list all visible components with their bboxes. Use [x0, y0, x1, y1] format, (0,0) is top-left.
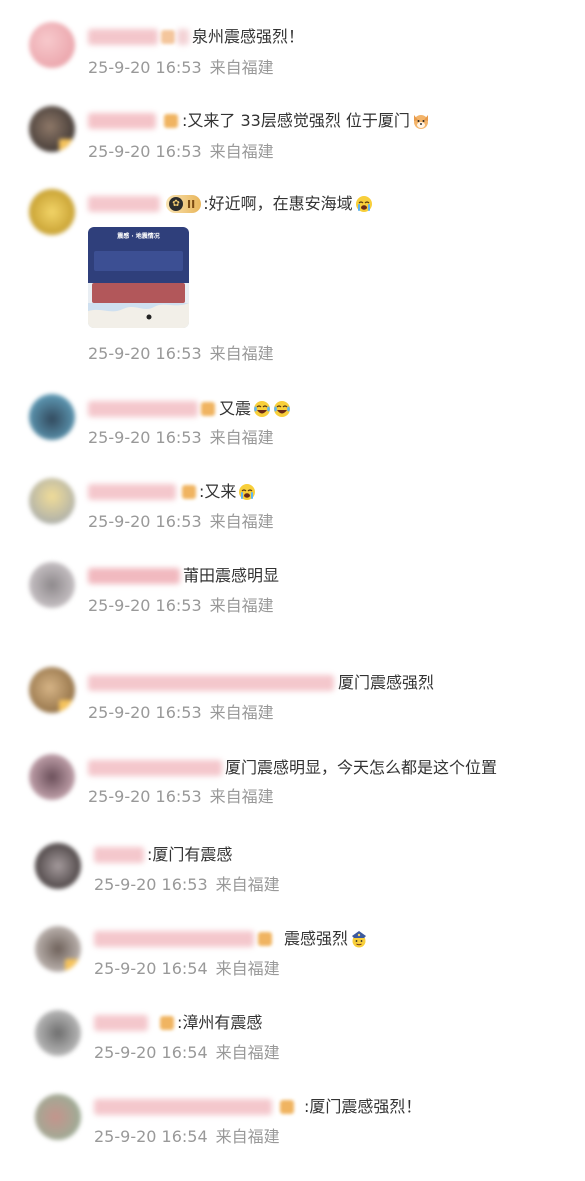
avatar[interactable]: [35, 1010, 81, 1056]
username-blurred[interactable]: [88, 196, 160, 212]
badge-icon: [161, 30, 175, 44]
comment-source: 来自福建: [215, 959, 280, 978]
comment-source: 来自福建: [209, 344, 274, 363]
comment-source: 来自福建: [209, 142, 274, 161]
avatar[interactable]: [29, 562, 75, 608]
avatar[interactable]: [29, 754, 75, 800]
dog-face-icon: [413, 115, 428, 129]
comment-text: 莆田震感明显: [183, 566, 280, 585]
police-face-icon: [352, 931, 367, 948]
avatar[interactable]: [29, 106, 75, 152]
comment-source: 来自福建: [209, 596, 274, 615]
crying-face-icon: [239, 484, 256, 500]
comment-text: :好近啊，在惠安海域: [203, 194, 353, 213]
comment-text: :厦门有震感: [147, 845, 233, 864]
username-blurred[interactable]: [88, 401, 198, 417]
laughing-face-icon: [274, 401, 291, 417]
comment-text: 震感强烈: [284, 929, 349, 948]
comment-source: 来自福建: [209, 787, 274, 806]
map-header: 震感 · 地震情况: [88, 227, 189, 283]
username-blurred[interactable]: [94, 1015, 148, 1031]
comment-text: :漳州有震感: [177, 1013, 263, 1032]
avatar[interactable]: [29, 478, 75, 524]
comment-time: 25-9-20 16:53: [88, 703, 202, 722]
verified-badge-icon: [59, 700, 73, 712]
avatar[interactable]: [35, 1094, 81, 1140]
badge-icon: [258, 932, 272, 946]
comment-feed: 泉州震感强烈！ 25-9-20 16:53 来自福建 :又来了 33层感觉强烈 位…: [0, 0, 585, 1181]
badge-icon: [160, 1016, 174, 1030]
username-blurred[interactable]: [88, 484, 176, 500]
comment-source: 来自福建: [209, 512, 274, 531]
username-blurred[interactable]: [94, 931, 254, 947]
comment-text: 厦门震感强烈: [338, 673, 435, 692]
earthquake-map-image[interactable]: 震感 · 地震情况: [88, 227, 189, 328]
comment-source: 来自福建: [215, 875, 280, 894]
comment-time: 25-9-20 16:54: [94, 1127, 208, 1146]
comment-time: 25-9-20 16:53: [88, 428, 202, 447]
comment-time: 25-9-20 16:53: [88, 787, 202, 806]
username-blurred[interactable]: [94, 1099, 272, 1115]
avatar[interactable]: [29, 22, 75, 68]
badge-icon: [164, 114, 178, 128]
crying-face-icon: [355, 196, 372, 212]
map-stats-panel: [94, 251, 183, 271]
comment-time: 25-9-20 16:54: [94, 959, 208, 978]
username-blurred[interactable]: [177, 29, 189, 45]
comment-time: 25-9-20 16:53: [88, 142, 202, 161]
comment-time: 25-9-20 16:53: [88, 58, 202, 77]
username-blurred[interactable]: [88, 760, 222, 776]
username-blurred[interactable]: [88, 568, 180, 584]
comment-source: 来自福建: [209, 58, 274, 77]
badge-icon: [201, 402, 215, 416]
avatar[interactable]: [29, 189, 75, 235]
crown-icon: ✿: [169, 197, 183, 211]
vip-badge: ✿ II: [166, 195, 202, 213]
comment-time: 25-9-20 16:53: [94, 875, 208, 894]
comment-text: :又来了 33层感觉强烈 位于厦门: [182, 111, 410, 130]
comment-text: 厦门震感明显，今天怎么都是这个位置: [225, 758, 498, 777]
map-title: 震感 · 地震情况: [117, 233, 160, 240]
coastline-map: [88, 303, 189, 328]
badge-icon: [280, 1100, 294, 1114]
comment-time: 25-9-20 16:53: [88, 596, 202, 615]
avatar[interactable]: [29, 394, 75, 440]
comment-text: 泉州震感强烈！: [192, 27, 305, 46]
vip-level: II: [187, 197, 196, 211]
comment-time: 25-9-20 16:54: [94, 1043, 208, 1062]
comment-source: 来自福建: [215, 1127, 280, 1146]
verified-badge-icon: [59, 139, 73, 151]
comment-source: 来自福建: [209, 428, 274, 447]
comment-source: 来自福建: [209, 703, 274, 722]
comment-time: 25-9-20 16:53: [88, 344, 202, 363]
comment-text: 又震: [219, 399, 252, 418]
comment-source: 来自福建: [215, 1043, 280, 1062]
username-blurred[interactable]: [88, 29, 158, 45]
comment-text: :又来: [199, 482, 237, 501]
username-blurred[interactable]: [88, 113, 156, 129]
verified-badge-icon: [65, 959, 79, 971]
comment-time: 25-9-20 16:53: [88, 512, 202, 531]
avatar[interactable]: [35, 843, 81, 889]
comment-text: :厦门震感强烈！: [304, 1097, 422, 1116]
avatar[interactable]: [29, 667, 75, 713]
badge-icon: [182, 485, 196, 499]
username-blurred[interactable]: [94, 847, 144, 863]
avatar[interactable]: [35, 926, 81, 972]
username-blurred[interactable]: [88, 675, 334, 691]
laughing-face-icon: [254, 401, 271, 417]
